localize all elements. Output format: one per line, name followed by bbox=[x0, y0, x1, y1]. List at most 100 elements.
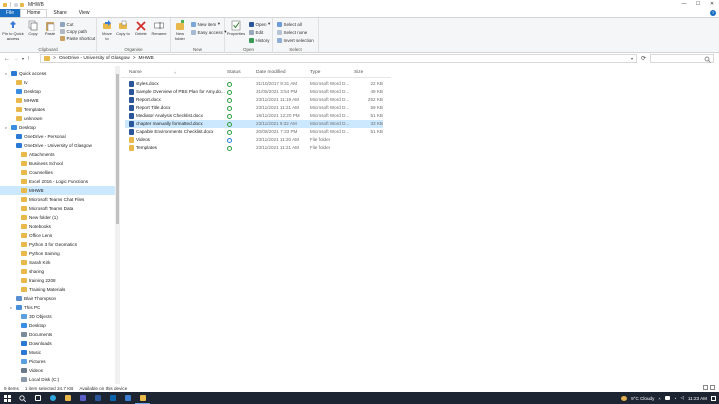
edge-button[interactable] bbox=[45, 392, 60, 404]
column-header-date[interactable]: Date modified bbox=[256, 68, 286, 77]
sidebar-item[interactable]: Music bbox=[0, 348, 115, 357]
sidebar-item[interactable]: MHWB bbox=[0, 186, 115, 195]
select-none-button[interactable]: Select none bbox=[277, 29, 307, 35]
maximize-button[interactable]: ☐ bbox=[691, 0, 705, 9]
address-dropdown-icon[interactable]: ▾ bbox=[631, 56, 633, 61]
copy-to-button[interactable]: Copy to bbox=[116, 20, 130, 37]
sidebar-item[interactable]: tv bbox=[0, 78, 115, 87]
word-button[interactable] bbox=[90, 392, 105, 404]
open-button[interactable]: Open ▾ bbox=[249, 21, 270, 27]
move-to-button[interactable]: Move to bbox=[100, 20, 114, 41]
sidebar-item[interactable]: Blair Thompson bbox=[0, 294, 115, 303]
file-row[interactable]: chapter manually formatted.docx 23/11/202… bbox=[125, 120, 383, 128]
sidebar-item[interactable]: Sarah Kirk bbox=[0, 258, 115, 267]
sidebar-item[interactable]: Templates bbox=[0, 105, 115, 114]
sidebar-item[interactable]: Local Disk (C:) bbox=[0, 375, 115, 384]
file-row[interactable]: Report.docx 23/11/2021 11:19 AM Microsoft … bbox=[125, 96, 383, 104]
column-header-size[interactable]: Size bbox=[354, 68, 363, 77]
scrollbar-thumb[interactable] bbox=[116, 74, 119, 224]
store-button[interactable] bbox=[120, 392, 135, 404]
column-header-type[interactable]: Type bbox=[310, 68, 320, 77]
notifications-icon[interactable] bbox=[711, 395, 716, 401]
sidebar-item[interactable]: MHWB bbox=[0, 96, 115, 105]
teams-button[interactable] bbox=[75, 392, 90, 404]
paste-shortcut-button[interactable]: Paste shortcut bbox=[60, 35, 95, 41]
sidebar-item[interactable]: v This PC bbox=[0, 303, 115, 312]
file-row[interactable]: styles.docx 31/10/2017 9:31 AM Microsoft W… bbox=[125, 80, 383, 88]
file-row[interactable]: Sample Overview of PBS Plan for Amy.do..… bbox=[125, 88, 383, 96]
breadcrumb-onedrive[interactable]: OneDrive - University of Glasgow bbox=[59, 56, 130, 61]
sidebar-item[interactable]: OneDrive - Personal bbox=[0, 132, 115, 141]
file-explorer-button[interactable] bbox=[60, 392, 75, 404]
delete-button[interactable]: Delete bbox=[134, 20, 148, 37]
pin-to-quick-access-button[interactable]: Pin to Quick access bbox=[2, 20, 24, 41]
sidebar-item[interactable]: Python 3 for Geomatics bbox=[0, 240, 115, 249]
tab-file[interactable]: File bbox=[0, 9, 21, 17]
file-row[interactable]: Templates 23/11/2021 11:21 AM File folder bbox=[125, 144, 383, 152]
sidebar-item[interactable]: 3D Objects bbox=[0, 312, 115, 321]
paste-button[interactable]: Paste bbox=[42, 20, 58, 37]
expand-chevron-icon[interactable]: v bbox=[4, 125, 8, 130]
sidebar-item[interactable]: Counsellies bbox=[0, 168, 115, 177]
sidebar-item[interactable]: Documents bbox=[0, 330, 115, 339]
tray-chevron-up-icon[interactable]: ˄ bbox=[658, 396, 660, 401]
properties-button[interactable]: Properties bbox=[226, 20, 246, 37]
sidebar-item[interactable]: Notebooks bbox=[0, 222, 115, 231]
refresh-icon[interactable]: ⟳ bbox=[641, 55, 646, 62]
column-header-name[interactable]: Name bbox=[129, 68, 142, 77]
search-button[interactable] bbox=[15, 392, 30, 404]
new-folder-icon[interactable] bbox=[20, 2, 24, 7]
start-button[interactable] bbox=[0, 392, 15, 404]
forward-arrow-icon[interactable]: → bbox=[13, 56, 19, 62]
invert-selection-button[interactable]: Invert selection bbox=[277, 37, 314, 43]
copy-button[interactable]: Copy bbox=[26, 20, 40, 37]
task-view-button[interactable] bbox=[30, 392, 45, 404]
file-row[interactable]: Mediator Analysis Checklist.docx 18/11/20… bbox=[125, 112, 383, 120]
sidebar-item[interactable]: Microsoft Teams Data bbox=[0, 204, 115, 213]
history-button[interactable]: History bbox=[249, 37, 270, 43]
expand-chevron-icon[interactable]: v bbox=[4, 71, 8, 76]
sidebar-item[interactable]: Microsoft Teams Chat Files bbox=[0, 195, 115, 204]
new-item-button[interactable]: New item ▾ bbox=[191, 21, 220, 27]
expand-chevron-icon[interactable]: v bbox=[9, 305, 13, 310]
tab-home[interactable]: Home bbox=[20, 9, 48, 17]
up-arrow-icon[interactable]: ↑ bbox=[27, 56, 30, 62]
tab-view[interactable]: View bbox=[73, 9, 96, 17]
easy-access-button[interactable]: Easy access ▾ bbox=[191, 29, 227, 35]
volume-icon[interactable]: ◁ bbox=[680, 395, 683, 401]
copy-path-button[interactable]: Copy path bbox=[60, 28, 87, 34]
sidebar-item[interactable]: Pictures bbox=[0, 357, 115, 366]
minimize-button[interactable]: — bbox=[677, 0, 691, 9]
sidebar-item[interactable]: Downloads bbox=[0, 339, 115, 348]
recent-chevron-icon[interactable]: ▾ bbox=[22, 56, 24, 62]
address-bar[interactable]: > OneDrive - University of Glasgow > MHW… bbox=[40, 54, 646, 63]
outlook-button[interactable] bbox=[105, 392, 120, 404]
weather-text[interactable]: 9°C Cloudy bbox=[631, 396, 654, 401]
sidebar-item[interactable]: Attachments bbox=[0, 150, 115, 159]
file-row[interactable]: Capable Environments Checklist.docx 20/08… bbox=[125, 128, 383, 136]
sidebar-item[interactable]: sharing bbox=[0, 267, 115, 276]
properties-icon[interactable] bbox=[14, 2, 18, 7]
back-arrow-icon[interactable]: ← bbox=[4, 56, 10, 62]
select-all-button[interactable]: Select all bbox=[277, 21, 302, 27]
file-row[interactable]: Report Title.docx 23/11/2021 11:21 AM Micr… bbox=[125, 104, 383, 112]
sidebar-item[interactable]: Office Lens bbox=[0, 231, 115, 240]
large-icons-view-icon[interactable] bbox=[710, 385, 715, 390]
sidebar-item[interactable]: OneDrive - University of Glasgow bbox=[0, 141, 115, 150]
sidebar-item[interactable]: Excel 2016 - Logic Functions bbox=[0, 177, 115, 186]
wifi-icon[interactable]: ◔ bbox=[674, 396, 677, 401]
help-icon[interactable]: ? bbox=[710, 10, 716, 16]
sidebar-item[interactable]: Desktop bbox=[0, 87, 115, 96]
cut-button[interactable]: Cut bbox=[60, 21, 74, 27]
search-input[interactable] bbox=[650, 54, 714, 63]
sidebar-item[interactable]: Training Materials bbox=[0, 285, 115, 294]
tab-share[interactable]: Share bbox=[47, 9, 72, 17]
file-row[interactable]: Videos 23/11/2021 11:20 AM File folder bbox=[125, 136, 383, 144]
sidebar-item[interactable]: Desktop bbox=[0, 321, 115, 330]
details-view-icon[interactable] bbox=[703, 385, 708, 390]
sidebar-item[interactable]: v Quick access bbox=[0, 69, 115, 78]
sidebar-item[interactable]: Python training bbox=[0, 249, 115, 258]
breadcrumb-mhwb[interactable]: MHWB bbox=[139, 56, 154, 61]
sidebar-item[interactable]: v Desktop bbox=[0, 123, 115, 132]
sidebar-item[interactable]: Videos bbox=[0, 366, 115, 375]
